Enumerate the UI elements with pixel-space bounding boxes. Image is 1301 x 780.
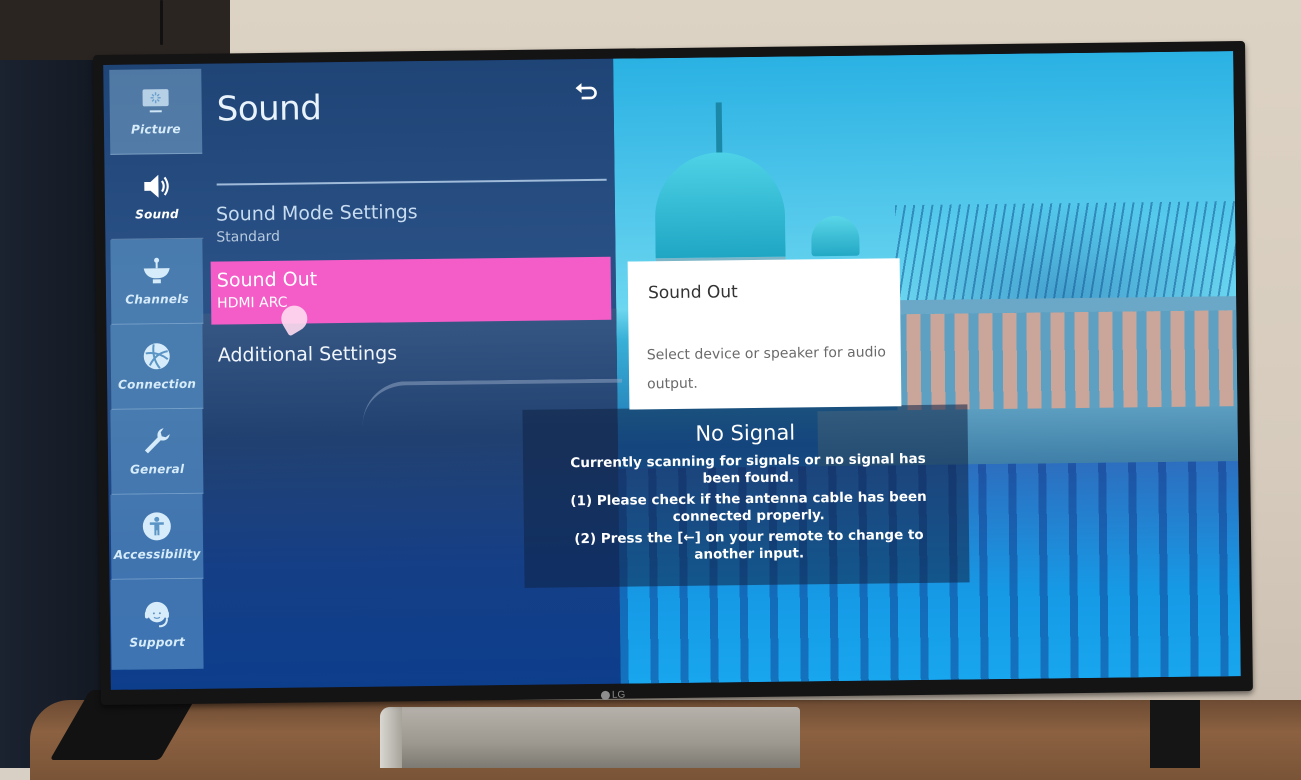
no-signal-body: Currently scanning for signals or no sig… <box>553 451 944 570</box>
help-tooltip: Sound Out Select device or speaker for a… <box>628 258 902 409</box>
menu-item-value: HDMI ARC <box>211 291 611 312</box>
sidebar-item-connection[interactable]: Connection <box>110 324 203 410</box>
tv-frame: Picture Sound Channels Connection <box>93 41 1253 705</box>
settings-sidebar: Picture Sound Channels Connection <box>103 64 206 690</box>
sidebar-item-picture[interactable]: Picture <box>109 69 202 155</box>
satellite-dish-icon <box>142 256 172 286</box>
tooltip-title: Sound Out <box>648 282 738 303</box>
menu-item-label: Additional Settings <box>212 340 612 367</box>
picture-icon <box>140 86 170 116</box>
headset-icon <box>142 599 172 629</box>
tooltip-body: Select device or speaker for audio outpu… <box>647 338 888 399</box>
sidebar-item-label: Support <box>129 635 185 650</box>
wrench-icon <box>142 426 172 456</box>
globe-icon <box>142 341 172 371</box>
sidebar-item-channels[interactable]: Channels <box>110 239 203 325</box>
no-signal-title: No Signal <box>523 418 968 447</box>
menu-item-sound-out[interactable]: Sound Out HDMI ARC <box>211 257 612 325</box>
no-signal-message: No Signal Currently scanning for signals… <box>522 404 969 587</box>
soundbar <box>380 707 800 768</box>
room-wall-top <box>0 0 230 60</box>
sidebar-item-label: General <box>130 462 184 477</box>
soundbar-end-cap <box>380 707 402 768</box>
sidebar-item-general[interactable]: General <box>110 409 203 495</box>
sidebar-item-label: Accessibility <box>114 547 201 562</box>
tv-screen: Picture Sound Channels Connection <box>103 51 1241 690</box>
sidebar-item-label: Picture <box>131 122 181 137</box>
back-arrow-icon[interactable] <box>573 81 599 103</box>
menu-item-value: Standard <box>210 225 610 246</box>
no-signal-line: (1) Please check if the antenna cable ha… <box>553 489 943 528</box>
sidebar-item-accessibility[interactable]: Accessibility <box>110 494 203 580</box>
sidebar-item-label: Sound <box>135 207 179 222</box>
sidebar-item-support[interactable]: Support <box>110 579 203 670</box>
menu-item-sound-mode-settings[interactable]: Sound Mode Settings Standard <box>210 199 610 246</box>
power-cable <box>160 0 163 45</box>
sidebar-item-sound[interactable]: Sound <box>110 154 203 240</box>
no-signal-line: (2) Press the [←] on your remote to chan… <box>554 527 944 566</box>
brand-label: LG <box>612 690 625 701</box>
menu-item-label: Sound Out <box>211 257 611 292</box>
menu-item-additional-settings[interactable]: Additional Settings <box>212 340 612 367</box>
lg-logo-mark <box>601 691 610 700</box>
lg-logo: LG <box>601 690 625 701</box>
no-signal-line: Currently scanning for signals or no sig… <box>553 451 943 490</box>
page-title: Sound <box>217 88 322 129</box>
accessibility-icon <box>142 511 172 541</box>
sidebar-item-label: Connection <box>118 377 196 392</box>
menu-item-label: Sound Mode Settings <box>210 199 610 226</box>
sidebar-item-label: Channels <box>125 292 189 307</box>
title-divider <box>217 179 607 186</box>
speaker-icon <box>141 171 171 201</box>
cathedral-spire <box>716 102 723 157</box>
tv-stand-right <box>1150 700 1200 768</box>
sound-settings-panel: Sound Sound Mode Settings Standard Sound… <box>198 59 621 689</box>
